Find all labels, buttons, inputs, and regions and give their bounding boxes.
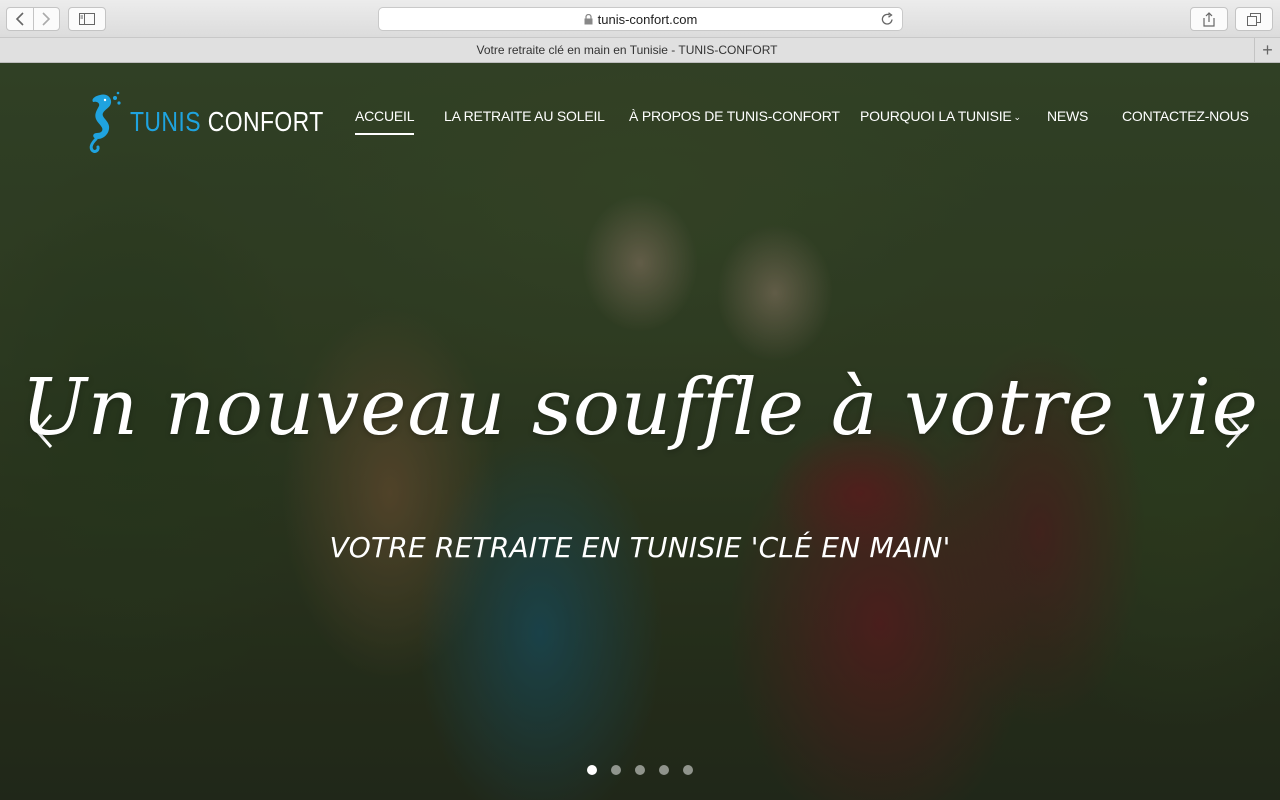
share-icon [1203,11,1215,27]
nav-item-about[interactable]: À PROPOS DE TUNIS-CONFORT [629,108,840,124]
slider-pagination [0,765,1280,775]
new-tab-icon: + [1262,40,1273,60]
nav-item-contact[interactable]: CONTACTEZ-NOUS [1122,108,1249,124]
url-text: tunis-confort.com [597,11,698,27]
slider-dot-3[interactable] [635,765,645,775]
sidebar-toggle-button[interactable] [68,7,106,31]
nav-item-retirement[interactable]: LA RETRAITE AU SOLEIL [444,108,605,124]
slider-dot-2[interactable] [611,765,621,775]
slider-dot-4[interactable] [659,765,669,775]
chevron-down-icon: ⌄ [1013,112,1022,122]
lock-icon [584,13,593,25]
nav-item-why-tunisia[interactable]: POURQUOI LA TUNISIE ⌄ [860,108,1021,124]
browser-toolbar: tunis-confort.com [0,0,1280,38]
forward-button[interactable] [32,8,59,30]
main-nav: ACCUEIL LA RETRAITE AU SOLEIL À PROPOS D… [0,108,1280,138]
nav-item-home[interactable]: ACCUEIL [355,108,415,135]
tab-title-text: Votre retraite clé en main en Tunisie - … [476,43,778,57]
history-nav-group [6,7,60,31]
share-button[interactable] [1190,7,1228,31]
sidebar-icon [79,13,95,25]
tabs-overview-icon [1247,12,1261,26]
slider-dot-5[interactable] [683,765,693,775]
slider-dot-1[interactable] [587,765,597,775]
forward-icon [42,12,51,26]
hero-slider: TUNIS CONFORT ACCUEIL LA RETRAITE AU SOL… [0,63,1280,800]
nav-item-news[interactable]: NEWS [1047,108,1088,124]
address-bar[interactable]: tunis-confort.com [378,7,903,31]
tabs-overview-button[interactable] [1235,7,1273,31]
active-tab[interactable]: Votre retraite clé en main en Tunisie - … [0,38,1254,62]
back-icon [15,12,24,26]
hero-title: Un nouveau souffle à votre vie [21,363,1259,453]
nav-item-why-tunisia-label: POURQUOI LA TUNISIE [860,108,1012,124]
new-tab-button[interactable]: + [1254,38,1280,62]
reload-icon[interactable] [881,12,894,29]
hero-subtitle: VOTRE RETRAITE EN TUNISIE 'CLÉ EN MAIN' [329,531,951,564]
tab-strip: Votre retraite clé en main en Tunisie - … [0,38,1280,63]
back-button[interactable] [7,8,33,30]
